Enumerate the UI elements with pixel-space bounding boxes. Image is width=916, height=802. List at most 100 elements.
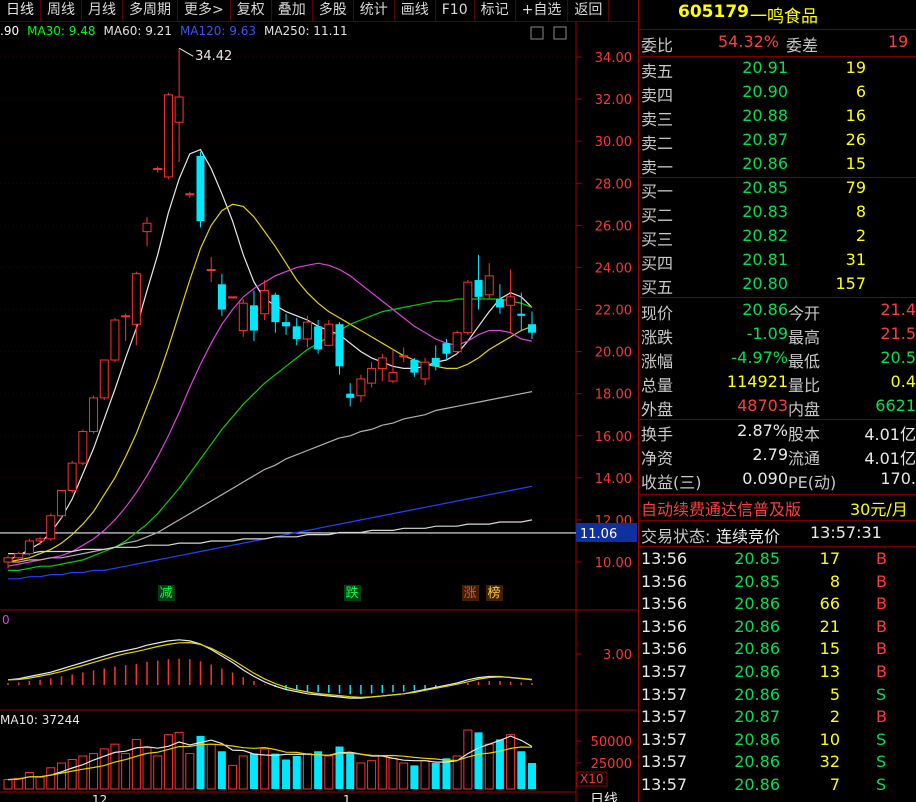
price-tick-label: 30.00 [595,135,632,150]
toolbar-tab-7[interactable]: 多股 [313,0,354,21]
tick-row: 13:57 20.86 32 S [638,752,916,774]
ad-banner[interactable]: 自动续费通达信普及版 30元/月 [638,496,916,520]
toolbar-tab-11[interactable]: 标记 [475,0,516,21]
toolbar-tab-8[interactable]: 统计 [354,0,395,21]
quote-value: 48703 [737,396,788,415]
tick-price: 20.86 [734,684,780,704]
bid-level-price: 20.81 [742,250,788,269]
ma-line-magenta [7,262,533,567]
candle-body-up [46,515,56,540]
toolbar-tab-13[interactable]: 返回 [568,0,610,21]
toolbar-tab-6[interactable]: 叠加 [272,0,313,21]
bid-level-price: 20.80 [742,274,788,293]
volume-bar-down [314,751,323,789]
quote-value: 6621 [875,396,916,415]
volume-ma-label: MA10: 37244 [0,713,80,727]
volume-bar-up [377,755,387,790]
tick-side: S [876,775,887,794]
candle-body-down [431,357,440,367]
volume-bar-up [67,759,77,790]
quote-row: 涨跌 -1.09 最高 21.5 [638,324,916,348]
volume-unit-label: X10 [580,772,604,786]
quote-label: 涨跌 [641,328,674,347]
candle-body-down [528,324,536,333]
tick-time: 13:57 [641,684,688,704]
tick-row: 13:56 20.85 8 B [638,572,916,594]
divider [638,494,916,495]
bid-level-volume: 157 [835,274,866,293]
weibi-label: 委比 [641,36,674,55]
finance-value: 4.01亿 [864,425,916,444]
tick-time: 13:57 [641,775,688,794]
ad-price: 30元/月 [850,500,908,519]
quote-label: 最高 [788,328,821,347]
ask-level-volume: 6 [855,82,866,101]
toolbar-tab-10[interactable]: F10 [436,0,475,21]
volume-bar-up [14,777,24,790]
candle-body-up [452,332,462,353]
tick-row: 13:56 20.86 21 B [638,617,916,639]
price-tick-label: 22.00 [595,304,632,319]
volume-bar-up [3,779,13,790]
toolbar-tab-4[interactable]: 更多> [178,0,231,21]
candle-body-up [484,275,494,296]
volume-bar-up [356,762,366,790]
toolbar-tab-3[interactable]: 多周期 [123,0,178,21]
candle-body-up [238,302,248,332]
candle-body-down [442,343,451,354]
quote-value: 0.4 [890,372,916,391]
candle-body-up [121,315,131,318]
volume-axis-label: 50000 [591,735,632,750]
kline-chart[interactable]: 34.00 32.00 30.00 28.00 26.00 24.00 22.00 20.00… [0,22,637,802]
ask-level-volume: 15 [845,154,866,173]
toolbar-tab-0[interactable]: 日线 [0,0,41,21]
quote-value: 21.4 [880,300,916,319]
divider [638,29,916,30]
candle-body-down [314,326,323,350]
divider [638,546,916,547]
tick-price: 20.86 [734,616,780,636]
tick-volume: 8 [829,571,840,591]
tick-time: 13:56 [641,571,688,591]
quote-value: -4.97% [731,348,788,367]
finance-value: 170. [880,469,916,488]
period-label: 日线 [590,792,618,802]
tick-side: B [876,549,887,568]
tick-price: 20.85 [734,549,780,568]
volume-bar-down [346,753,355,789]
trade-status: 交易状态: 连续竞价 13:57:31 [638,523,916,547]
toolbar-tab-9[interactable]: 画线 [395,0,436,21]
divider [638,297,916,298]
candle-body-up [56,489,66,517]
toolbar-tab-1[interactable]: 周线 [41,0,82,21]
toolbar-tab-12[interactable]: +自选 [516,0,569,21]
quote-label: 内盘 [788,400,821,419]
tick-side: B [876,662,887,681]
price-tick-label: 32.00 [595,93,632,108]
volume-axis-label: 25000 [591,757,632,772]
stock-header: 605179 一鸣食品 [638,2,916,27]
volume-bar-up [35,776,45,790]
finance-label: 换手 [641,425,674,444]
trade-status-value: 连续竞价 [716,527,781,546]
volume-bar-down [249,753,258,789]
volume-bar-up [238,755,248,790]
candle-body-up [174,96,184,123]
candle-body-up [78,431,88,464]
ask-level-price: 20.90 [742,82,788,101]
high-pointer [178,47,194,57]
bid-level: 买三 20.82 2 [638,226,916,250]
candle-body-up [67,462,77,491]
finance-value: 2.87% [737,421,788,440]
bid-level-volume: 2 [855,226,866,245]
bid-level-label: 买五 [641,278,674,297]
volume-bar-down [528,763,536,789]
ask-level-volume: 26 [845,130,866,149]
toolbar-tab-5[interactable]: 复权 [231,0,272,21]
bid-level-price: 20.85 [742,178,788,197]
tick-time: 13:57 [641,752,688,772]
toolbar-tab-2[interactable]: 月线 [82,0,123,21]
ask-level-label: 卖五 [641,62,674,81]
tick-time: 13:56 [641,594,688,614]
volume-bar-up [420,760,430,790]
